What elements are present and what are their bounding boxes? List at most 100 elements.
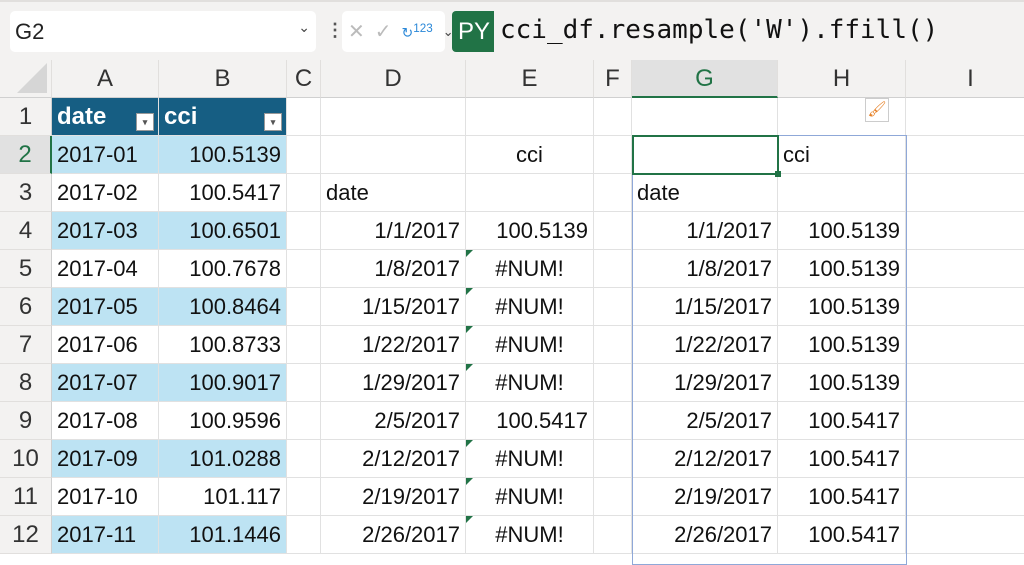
error-indicator-icon[interactable]: [466, 250, 473, 257]
cell[interactable]: [287, 288, 321, 326]
cell[interactable]: [287, 402, 321, 440]
cell[interactable]: [594, 98, 632, 136]
output-date-cell[interactable]: 1/8/2017: [321, 250, 466, 288]
table-cell-cci[interactable]: 100.7678: [159, 250, 287, 288]
cell[interactable]: [594, 478, 632, 516]
chevron-down-icon[interactable]: ⌄: [298, 19, 310, 36]
cell[interactable]: [321, 136, 466, 174]
cell[interactable]: [906, 402, 1024, 440]
row-header-3[interactable]: 3: [0, 174, 52, 212]
error-indicator-icon[interactable]: [466, 326, 473, 333]
row-header-4[interactable]: 4: [0, 212, 52, 250]
cell[interactable]: [906, 440, 1024, 478]
output-cci-cell[interactable]: 100.5139: [466, 212, 594, 250]
row-header-10[interactable]: 10: [0, 440, 52, 478]
table-cell-date[interactable]: 2017-06: [52, 326, 159, 364]
table-cell-date[interactable]: 2017-08: [52, 402, 159, 440]
column-header-C[interactable]: C: [287, 60, 321, 98]
filter-dropdown-icon[interactable]: ▾: [264, 113, 282, 131]
table-cell-date[interactable]: 2017-07: [52, 364, 159, 402]
row-header-1[interactable]: 1: [0, 98, 52, 136]
cell[interactable]: [594, 174, 632, 212]
cell[interactable]: [594, 516, 632, 554]
cell[interactable]: [287, 478, 321, 516]
table-cell-cci[interactable]: 100.8733: [159, 326, 287, 364]
cell[interactable]: [287, 212, 321, 250]
cell[interactable]: [906, 516, 1024, 554]
row-header-11[interactable]: 11: [0, 478, 52, 516]
cell[interactable]: [594, 288, 632, 326]
column-header-B[interactable]: B: [159, 60, 287, 98]
table-cell-cci[interactable]: 100.9596: [159, 402, 287, 440]
table-cell-cci[interactable]: 100.6501: [159, 212, 287, 250]
cell[interactable]: [906, 250, 1024, 288]
column-header-I[interactable]: I: [906, 60, 1024, 98]
table-cell-cci[interactable]: 101.0288: [159, 440, 287, 478]
output-cci-cell[interactable]: #NUM!: [466, 250, 594, 288]
output-date-cell[interactable]: 1/1/2017: [321, 212, 466, 250]
column-header-A[interactable]: A: [52, 60, 159, 98]
cell[interactable]: [632, 98, 778, 136]
output-date-cell[interactable]: 2/5/2017: [321, 402, 466, 440]
cell[interactable]: [594, 364, 632, 402]
row-header-12[interactable]: 12: [0, 516, 52, 554]
table-cell-date[interactable]: 2017-03: [52, 212, 159, 250]
cell[interactable]: [594, 212, 632, 250]
column-header-H[interactable]: H: [778, 60, 906, 98]
error-indicator-icon[interactable]: [466, 440, 473, 447]
cell[interactable]: [287, 174, 321, 212]
cell[interactable]: [906, 98, 1024, 136]
error-indicator-icon[interactable]: [466, 364, 473, 371]
output-cci-cell[interactable]: #NUM!: [466, 364, 594, 402]
error-indicator-icon[interactable]: [466, 516, 473, 523]
output-cci-cell[interactable]: #NUM!: [466, 516, 594, 554]
table-cell-date[interactable]: 2017-02: [52, 174, 159, 212]
table-cell-cci[interactable]: 100.8464: [159, 288, 287, 326]
enter-icon[interactable]: ✓: [375, 19, 392, 44]
cell[interactable]: [906, 136, 1024, 174]
error-indicator-icon[interactable]: [466, 478, 473, 485]
output-date-cell[interactable]: 2/26/2017: [321, 516, 466, 554]
row-header-9[interactable]: 9: [0, 402, 52, 440]
column-header-D[interactable]: D: [321, 60, 466, 98]
cell[interactable]: [287, 516, 321, 554]
output-column-label[interactable]: cci: [466, 136, 594, 174]
table-cell-date[interactable]: 2017-11: [52, 516, 159, 554]
output-date-cell[interactable]: 1/29/2017: [321, 364, 466, 402]
table-cell-date[interactable]: 2017-09: [52, 440, 159, 478]
cell[interactable]: [594, 440, 632, 478]
cell[interactable]: [594, 136, 632, 174]
cell[interactable]: [287, 98, 321, 136]
cell[interactable]: [906, 478, 1024, 516]
table-header-date[interactable]: date ▾: [52, 98, 159, 136]
cell[interactable]: [287, 250, 321, 288]
cell[interactable]: [906, 212, 1024, 250]
filter-dropdown-icon[interactable]: ▾: [136, 113, 154, 131]
cell[interactable]: [287, 136, 321, 174]
cell[interactable]: [906, 364, 1024, 402]
cell[interactable]: [594, 402, 632, 440]
output-date-cell[interactable]: 2/12/2017: [321, 440, 466, 478]
table-cell-cci[interactable]: 100.9017: [159, 364, 287, 402]
table-cell-date[interactable]: 2017-05: [52, 288, 159, 326]
cell[interactable]: [466, 98, 594, 136]
cell[interactable]: [906, 174, 1024, 212]
cell[interactable]: [906, 326, 1024, 364]
formula-input[interactable]: cci_df.resample('W').ffill(): [500, 15, 938, 45]
table-cell-cci[interactable]: 101.1446: [159, 516, 287, 554]
row-header-2[interactable]: 2: [0, 136, 52, 174]
cell[interactable]: [466, 174, 594, 212]
cell[interactable]: [287, 364, 321, 402]
row-header-8[interactable]: 8: [0, 364, 52, 402]
table-cell-cci[interactable]: 101.117: [159, 478, 287, 516]
table-cell-date[interactable]: 2017-01: [52, 136, 159, 174]
output-cci-cell[interactable]: #NUM!: [466, 326, 594, 364]
table-cell-date[interactable]: 2017-10: [52, 478, 159, 516]
output-index-label[interactable]: date: [321, 174, 466, 212]
table-header-cci[interactable]: cci ▾: [159, 98, 287, 136]
table-cell-date[interactable]: 2017-04: [52, 250, 159, 288]
column-header-E[interactable]: E: [466, 60, 594, 98]
output-cci-cell[interactable]: 100.5417: [466, 402, 594, 440]
name-box[interactable]: G2 ⌄: [10, 11, 316, 52]
output-date-cell[interactable]: 2/19/2017: [321, 478, 466, 516]
